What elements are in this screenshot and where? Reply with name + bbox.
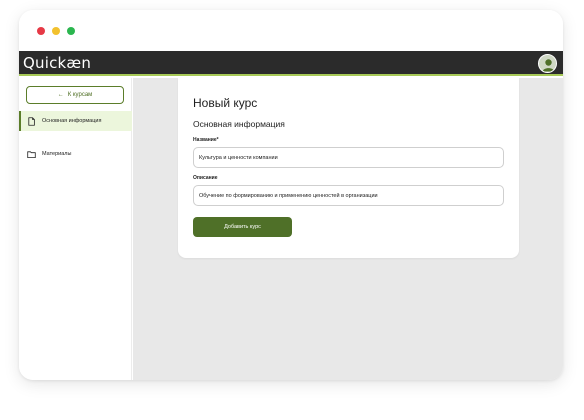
main-content: Новый курс Основная информация Название*… — [133, 78, 563, 380]
user-avatar-icon[interactable] — [538, 54, 557, 73]
arrow-left-icon: ← — [57, 92, 64, 98]
section-title: Основная информация — [193, 119, 285, 129]
course-description-value: Обучение по формированию и применению це… — [199, 192, 378, 199]
window-titlebar — [19, 10, 563, 51]
page-title: Новый курс — [193, 96, 258, 110]
sidebar-item-materials[interactable]: Материалы — [19, 144, 132, 164]
course-form-card: Новый курс Основная информация Название*… — [178, 78, 519, 258]
sidebar-item-label: Основная информация — [42, 118, 102, 124]
app-logo[interactable]: Quickæn — [23, 54, 91, 72]
description-field-label: Описание — [193, 175, 218, 181]
app-window: Quickæn ← К курсам Основная информация М… — [19, 10, 563, 380]
app-header: Quickæn — [19, 51, 563, 76]
folder-icon — [27, 150, 36, 158]
course-name-value: Культура и ценности компании — [199, 154, 278, 161]
sidebar: ← К курсам Основная информация Материалы — [19, 78, 132, 380]
course-description-input[interactable]: Обучение по формированию и применению це… — [193, 185, 504, 206]
maximize-window-button[interactable] — [67, 27, 75, 35]
back-button-label: К курсам — [67, 92, 93, 98]
close-window-button[interactable] — [37, 27, 45, 35]
sidebar-item-basic-info[interactable]: Основная информация — [19, 111, 132, 131]
user-avatar-graphic — [539, 55, 556, 72]
document-icon — [28, 116, 35, 126]
add-course-button[interactable]: Добавить курс — [193, 217, 292, 237]
course-name-input[interactable]: Культура и ценности компании — [193, 147, 504, 168]
back-to-courses-button[interactable]: ← К курсам — [26, 86, 124, 104]
sidebar-item-label: Материалы — [42, 151, 72, 157]
name-field-label: Название* — [193, 137, 219, 143]
minimize-window-button[interactable] — [52, 27, 60, 35]
